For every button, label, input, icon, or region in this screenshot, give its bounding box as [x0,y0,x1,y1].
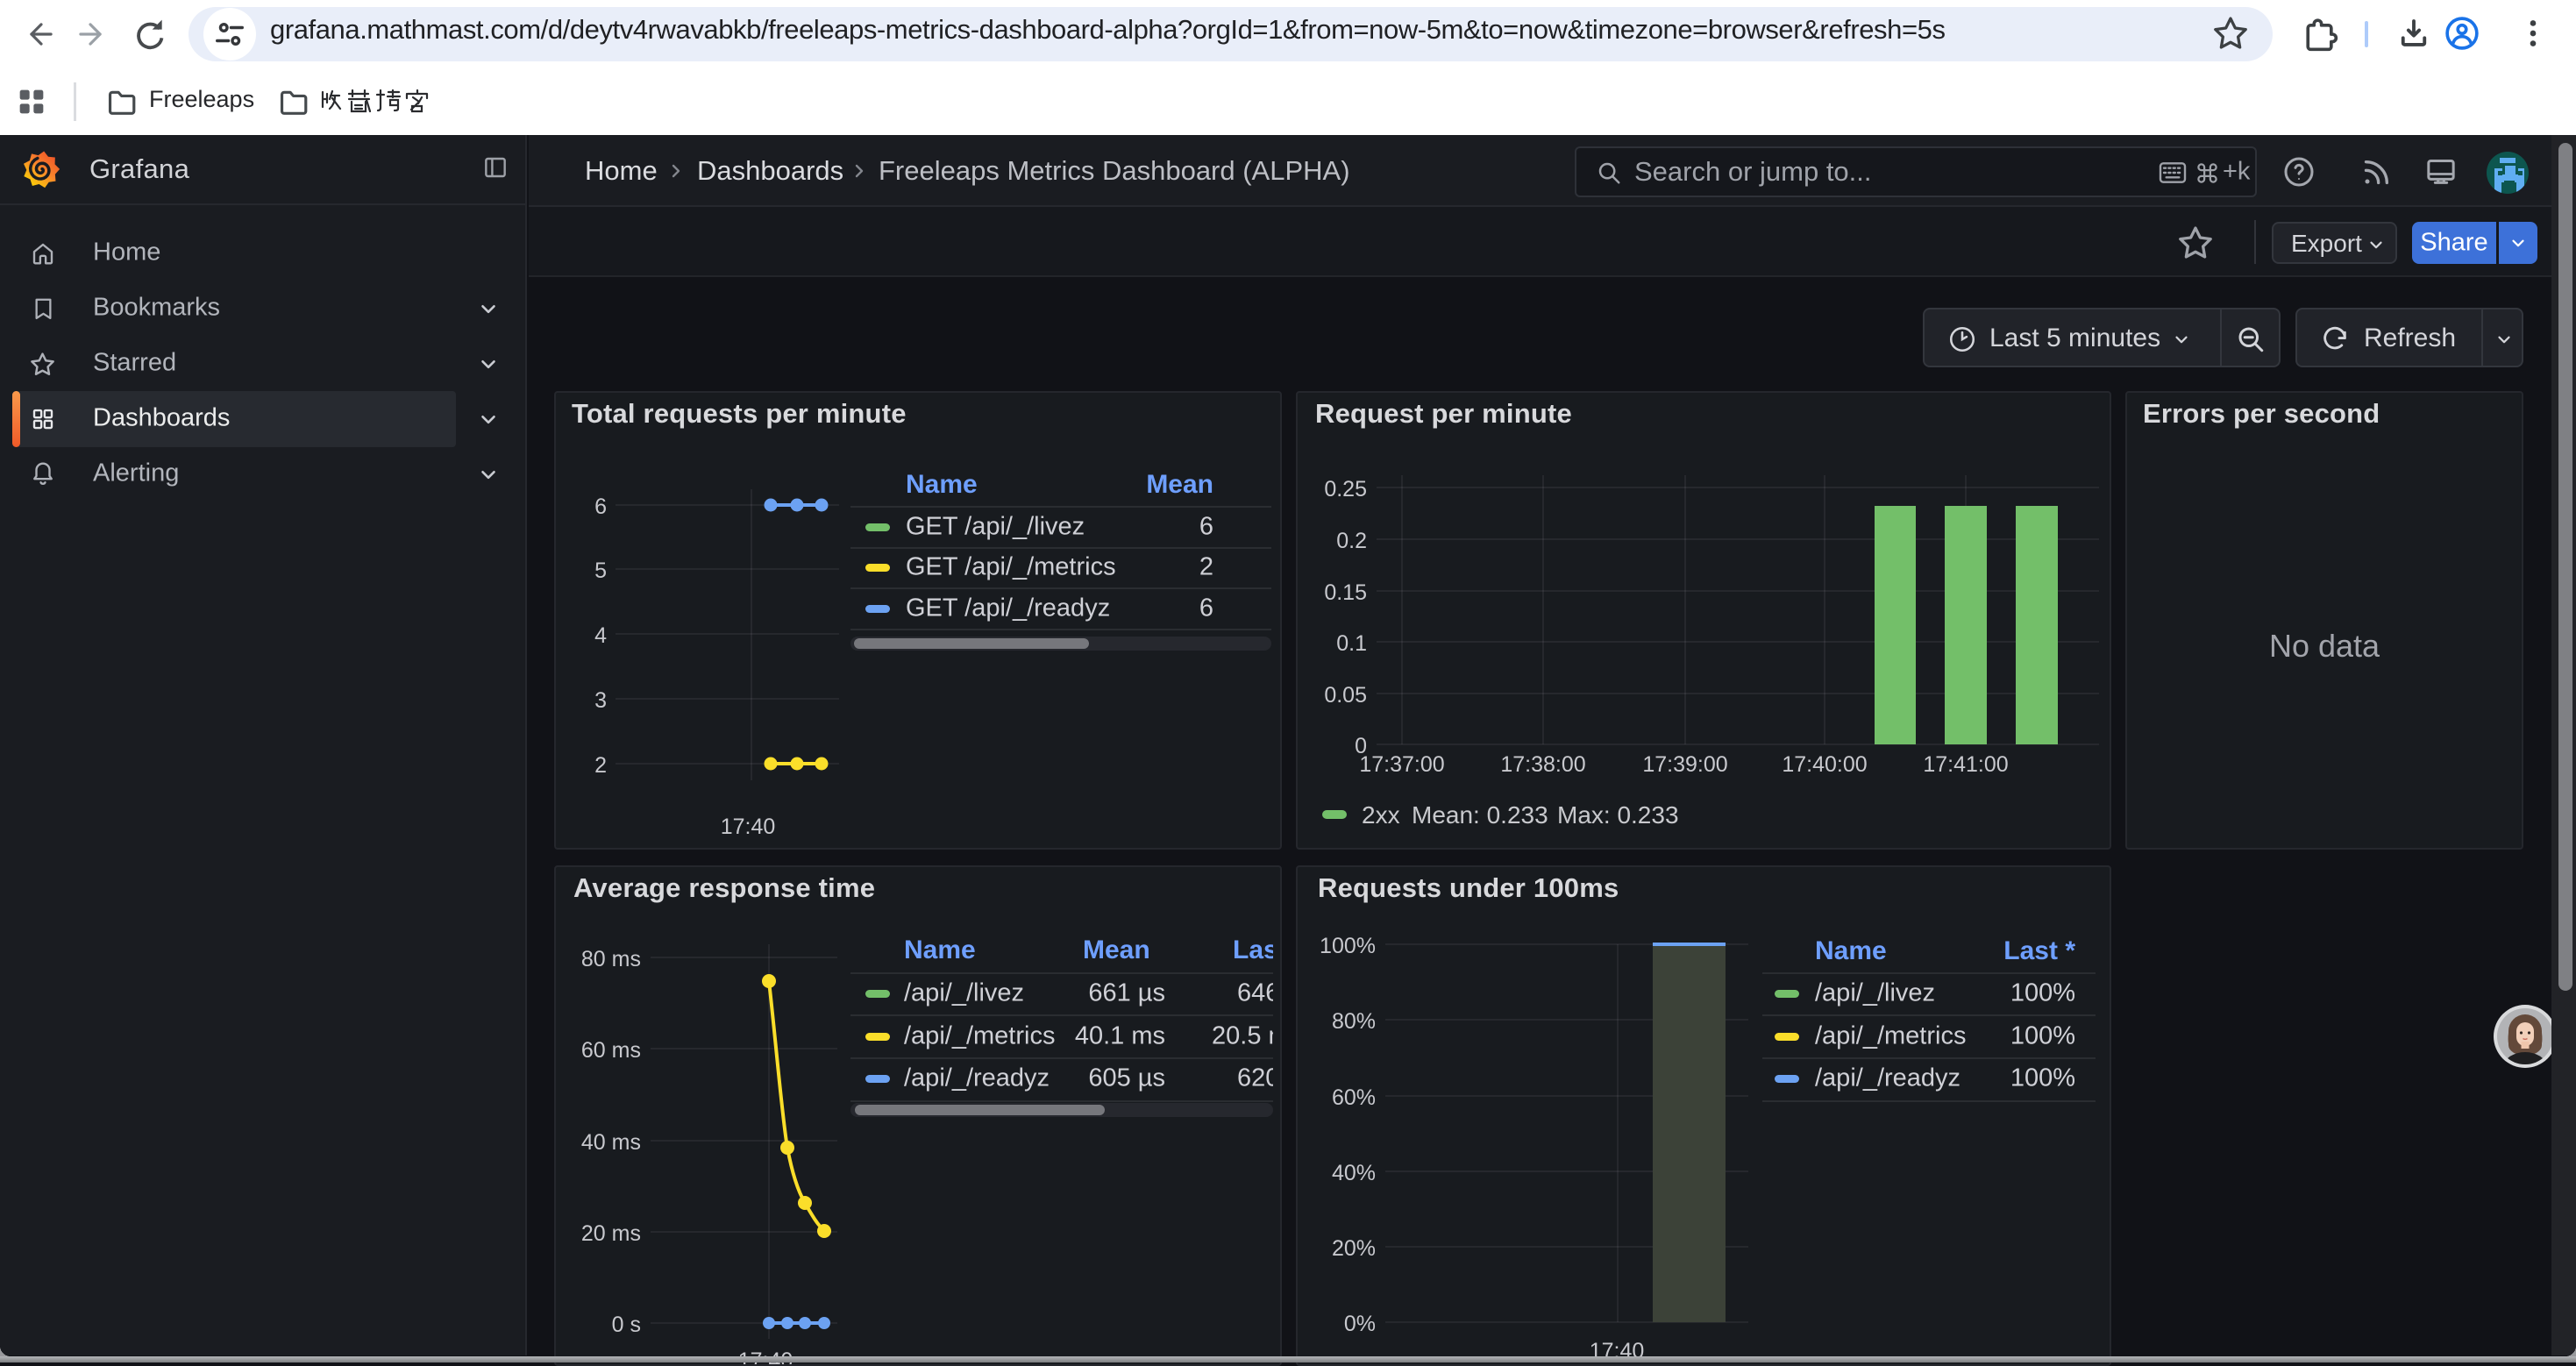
svg-text:Max: 0.233: Max: 0.233 [1557,801,1679,829]
svg-text:100%: 100% [1320,934,1376,958]
svg-text:17:40: 17:40 [721,815,776,839]
svg-text:17:38:00: 17:38:00 [1500,752,1585,777]
svg-text:2xx: 2xx [1362,801,1400,829]
svg-text:40%: 40% [1332,1161,1376,1185]
svg-text:0%: 0% [1344,1312,1376,1336]
svg-text:0.05: 0.05 [1324,683,1367,708]
svg-text:3: 3 [594,688,607,713]
svg-text:17:39:00: 17:39:00 [1642,752,1727,777]
svg-text:0.15: 0.15 [1324,580,1367,605]
svg-text:0.25: 0.25 [1324,477,1367,502]
svg-text:17:40:00: 17:40:00 [1782,752,1867,777]
svg-text:0.2: 0.2 [1336,529,1367,553]
svg-text:17:37:00: 17:37:00 [1359,752,1444,777]
svg-text:80%: 80% [1332,1009,1376,1034]
svg-text:20%: 20% [1332,1236,1376,1261]
svg-text:5: 5 [594,558,607,583]
svg-text:0.1: 0.1 [1336,631,1367,656]
svg-text:6: 6 [594,494,607,519]
svg-text:17:41:00: 17:41:00 [1923,752,2008,777]
svg-text:4: 4 [594,623,607,648]
svg-text:60%: 60% [1332,1085,1376,1110]
svg-text:2: 2 [594,753,607,778]
svg-text:Mean: 0.233: Mean: 0.233 [1412,801,1548,829]
